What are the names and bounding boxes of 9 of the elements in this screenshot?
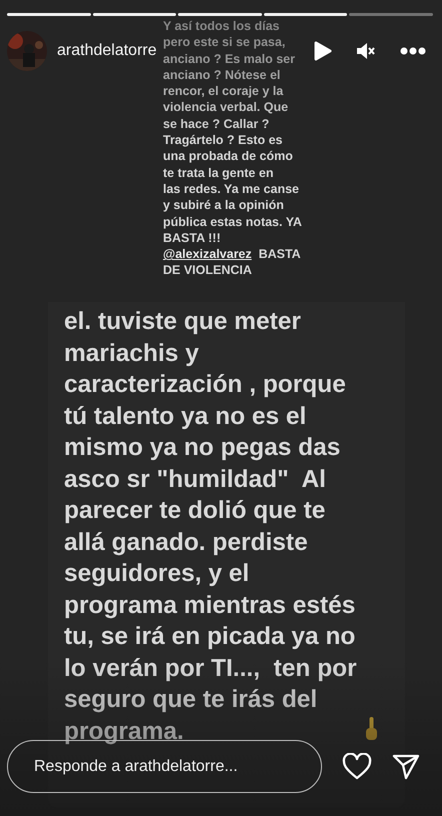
more-icon[interactable]	[400, 47, 426, 55]
hand-emoji-icon	[364, 717, 378, 741]
mention-link[interactable]: @alexizalvarez	[163, 247, 252, 262]
play-icon[interactable]	[314, 41, 332, 61]
send-icon[interactable]	[392, 754, 420, 780]
story-caption: Y así todos los días pero este si se pasa, anciano ? Es malo ser anciano ? Nótese el rencor, el coraje y la violencia verbal. Que se hace ? Callar ? Tragártelo ? Esto es una probada de cómo te trata la gente en las redes. Ya me canse y subiré a la opinión pública estas notas. YA BASTA !!! @alexizalvarez BASTA DE VIOLENCIA	[163, 18, 302, 279]
mute-icon[interactable]	[356, 41, 376, 61]
heart-icon[interactable]	[342, 753, 372, 780]
username[interactable]: arathdelatorre	[57, 42, 157, 60]
